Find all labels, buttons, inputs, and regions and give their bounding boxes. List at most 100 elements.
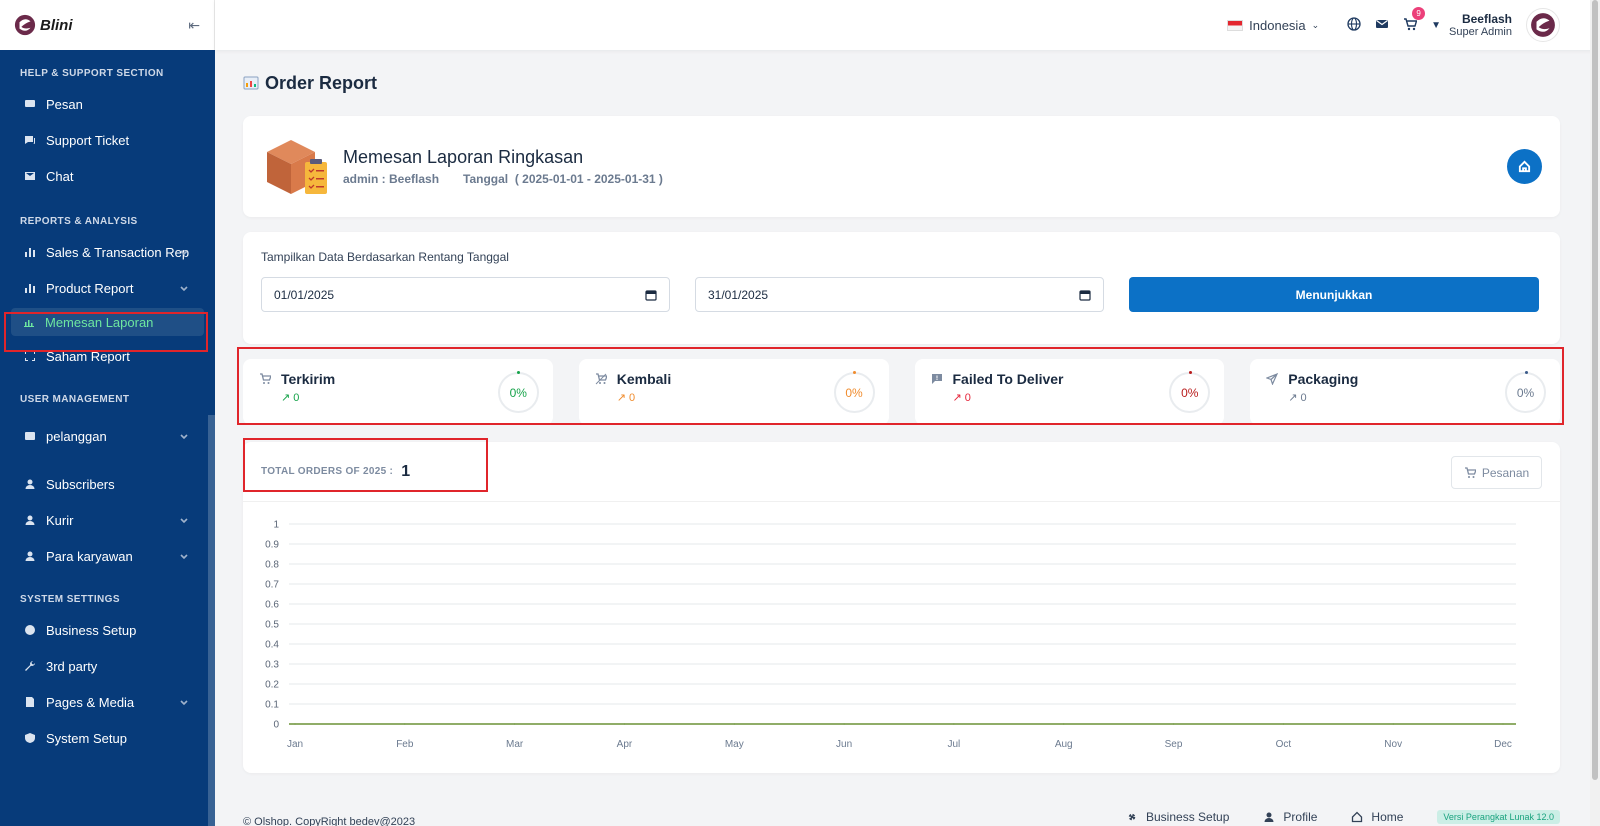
calendar-icon[interactable] bbox=[645, 289, 657, 301]
stat-value-number: 0 bbox=[628, 391, 636, 404]
end-date-input[interactable]: 31/01/2025 bbox=[695, 277, 1104, 312]
x-tick-label: May bbox=[725, 739, 744, 750]
sidebar-nav: HELP & SUPPORT SECTION Pesan Support Tic… bbox=[0, 50, 215, 756]
ring-indicator bbox=[1524, 371, 1528, 374]
chevron-down-icon bbox=[179, 246, 191, 258]
language-label: Indonesia bbox=[1249, 17, 1306, 33]
y-tick-label: 0.6 bbox=[265, 600, 279, 611]
globe-icon[interactable] bbox=[1347, 17, 1363, 33]
sidebar-item-saham-report[interactable]: Saham Report bbox=[0, 338, 215, 374]
trend-up-icon: ↗ bbox=[616, 392, 626, 404]
trend-up-icon: ↗ bbox=[1288, 392, 1298, 404]
topbar: Indonesia ⌄ 9 ▼ Beeflash Super Admin bbox=[215, 0, 1600, 50]
page-title-text: Order Report bbox=[265, 72, 378, 93]
stat-percent-ring: 0% bbox=[1505, 371, 1546, 413]
avatar[interactable] bbox=[1526, 8, 1560, 42]
data-point bbox=[623, 723, 626, 725]
cart-icon bbox=[1464, 466, 1476, 478]
show-button[interactable]: Menunjukkan bbox=[1129, 277, 1539, 312]
language-selector[interactable]: Indonesia ⌄ bbox=[1227, 18, 1319, 33]
pesanan-button[interactable]: Pesanan bbox=[1451, 456, 1542, 489]
sidebar-item-label: Kurir bbox=[46, 512, 74, 528]
end-date-value: 31/01/2025 bbox=[708, 287, 769, 302]
sidebar-item-memesan-laporan[interactable]: Memesan Laporan bbox=[11, 308, 204, 336]
data-point bbox=[733, 723, 735, 725]
filter-label: Tampilkan Data Berdasarkan Rentang Tangg… bbox=[261, 250, 509, 264]
footer-link-label: Profile bbox=[1283, 810, 1318, 824]
sidebar-item-label: Product Report bbox=[46, 280, 134, 296]
brand-bar: Blini ⇤ bbox=[0, 0, 215, 50]
y-tick-label: 0.4 bbox=[265, 640, 279, 651]
sidebar-item-pages-media[interactable]: Pages & Media bbox=[0, 684, 215, 720]
start-date-input[interactable]: 01/01/2025 bbox=[261, 277, 670, 312]
stat-card-terkirim[interactable]: Terkirim ↗ 0 0% bbox=[243, 359, 553, 425]
page-scrollbar-thumb[interactable] bbox=[1592, 0, 1598, 780]
sidebar-item-para-karyawan[interactable]: Para karyawan bbox=[0, 538, 215, 574]
home-button[interactable] bbox=[1507, 149, 1542, 184]
summary-date-range: ( 2025-01-01 - 2025-01-31 ) bbox=[514, 172, 663, 186]
collapse-sidebar-icon[interactable]: ⇤ bbox=[188, 17, 200, 34]
x-tick-label: Sep bbox=[1165, 739, 1183, 750]
stat-card-packaging[interactable]: Packaging ↗ 0 0% bbox=[1250, 359, 1560, 425]
sidebar-item-sales-transaction[interactable]: Sales & Transaction Rep bbox=[0, 234, 215, 270]
sidebar-item-subscribers[interactable]: Subscribers bbox=[0, 466, 215, 502]
sidebar-item-pesan[interactable]: Pesan bbox=[0, 86, 215, 122]
filter-row: 01/01/2025 31/01/2025 Menunjukkan bbox=[261, 277, 1542, 312]
x-tick-label: Jun bbox=[836, 739, 852, 750]
chart-header: TOTAL ORDERS OF 2025 : 1 Pesanan bbox=[243, 442, 1560, 502]
section-title-system-settings: SYSTEM SETTINGS bbox=[20, 594, 120, 605]
footer-link-profile[interactable]: Profile bbox=[1263, 810, 1317, 824]
section-title-help: HELP & SUPPORT SECTION bbox=[20, 68, 164, 79]
stat-percent: 0% bbox=[1516, 385, 1535, 400]
brand-logo[interactable]: Blini bbox=[14, 14, 73, 36]
sidebar-item-system-setup[interactable]: System Setup bbox=[0, 720, 215, 756]
sidebar-item-label: Chat bbox=[46, 168, 74, 184]
pesanan-button-label: Pesanan bbox=[1481, 465, 1530, 480]
cart-icon[interactable]: 9 bbox=[1403, 7, 1426, 33]
stat-card-failed-to-deliver[interactable]: Failed To Deliver ↗ 0 0% bbox=[914, 359, 1225, 425]
summary-meta: admin : Beeflash Tanggal ( 2025-01-01 - … bbox=[343, 172, 663, 186]
chevron-down-icon bbox=[179, 282, 191, 294]
y-tick-label: 0.9 bbox=[265, 540, 279, 551]
sidebar-item-business-setup[interactable]: Business Setup bbox=[0, 612, 215, 648]
sidebar-item-3rd-party[interactable]: 3rd party bbox=[0, 648, 215, 684]
sidebar-item-label: 3rd party bbox=[46, 658, 98, 674]
calendar-icon[interactable] bbox=[1079, 289, 1091, 301]
total-orders-value: 1 bbox=[401, 462, 411, 480]
footer-link-home[interactable]: Home bbox=[1351, 810, 1403, 824]
x-tick-label: Dec bbox=[1494, 739, 1512, 750]
sidebar-item-chat[interactable]: Chat bbox=[0, 158, 215, 194]
box-checklist-illustration bbox=[267, 139, 327, 194]
footer-links: Business Setup Profile Home Versi Perang… bbox=[1126, 810, 1560, 824]
home-icon bbox=[1352, 811, 1363, 823]
user-name: Beeflash bbox=[1461, 12, 1512, 26]
x-tick-label: Jul bbox=[948, 739, 961, 750]
summary-admin: admin : Beeflash bbox=[343, 172, 440, 186]
sidebar-item-support-ticket[interactable]: Support Ticket bbox=[0, 122, 215, 158]
cart-badge: 9 bbox=[1412, 7, 1426, 20]
user-info[interactable]: Beeflash Super Admin bbox=[1449, 12, 1512, 38]
chevron-down-icon bbox=[179, 514, 191, 526]
globe-icon bbox=[22, 622, 38, 638]
chevron-down-icon bbox=[179, 430, 191, 442]
x-tick-label: Aug bbox=[1055, 739, 1073, 750]
x-tick-label: Feb bbox=[396, 739, 414, 750]
main-content: Order Report Memesan Laporan Ringkasan a… bbox=[243, 50, 1560, 773]
caret-down-icon[interactable]: ▼ bbox=[1431, 20, 1441, 31]
mail-icon[interactable] bbox=[1375, 17, 1391, 33]
avatar-logo-icon bbox=[1531, 13, 1555, 37]
page-scrollbar[interactable] bbox=[1590, 0, 1600, 826]
stat-percent: 0% bbox=[509, 385, 527, 400]
ring-indicator bbox=[1188, 371, 1192, 374]
footer-link-business-setup[interactable]: Business Setup bbox=[1126, 810, 1229, 824]
sidebar-item-product-report[interactable]: Product Report bbox=[0, 270, 215, 306]
sidebar: Blini ⇤ HELP & SUPPORT SECTION Pesan Sup… bbox=[0, 0, 215, 826]
y-tick-label: 0.1 bbox=[265, 700, 279, 711]
sidebar-item-kurir[interactable]: Kurir bbox=[0, 502, 215, 538]
user-role: Super Admin bbox=[1449, 26, 1512, 38]
person-icon bbox=[1264, 812, 1274, 822]
sidebar-item-pelanggan[interactable]: pelanggan bbox=[0, 418, 215, 454]
expand-icon bbox=[22, 348, 38, 364]
sidebar-scrollbar[interactable] bbox=[208, 415, 215, 826]
stat-card-kembali[interactable]: Kembali ↗ 0 0% bbox=[578, 359, 889, 425]
